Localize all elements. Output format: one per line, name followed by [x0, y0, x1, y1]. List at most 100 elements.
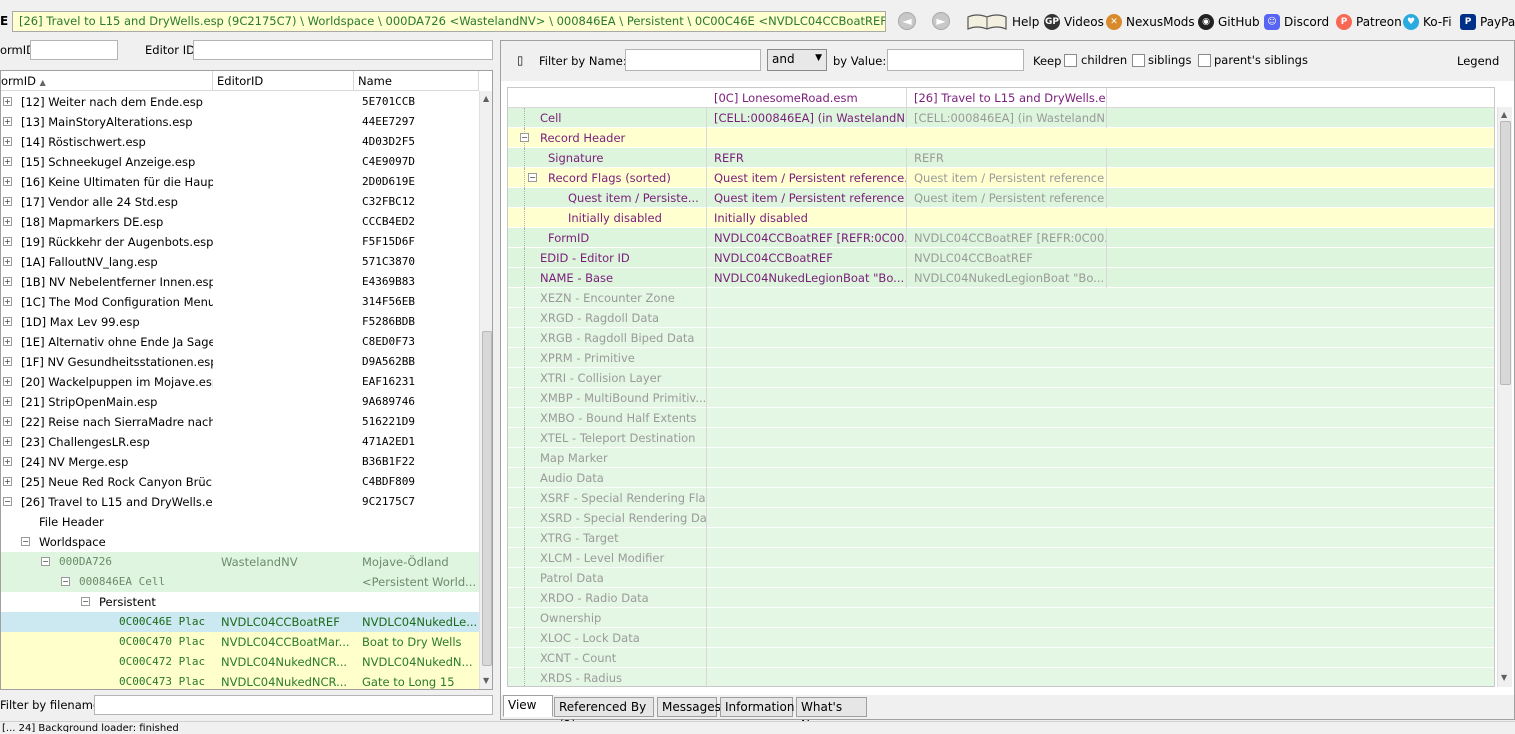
paypal-link[interactable]: P PayPal [1460, 12, 1515, 32]
tree-row[interactable]: + [1F] NV Gesundheitsstationen.esp D9A562B… [1, 352, 479, 372]
grid-cell-travel[interactable]: REFR [908, 148, 1107, 168]
grid-cell-lonesomeroad[interactable]: Quest item / Persistent reference [708, 188, 907, 208]
tree-row[interactable]: + [1B] NV Nebelentferner Innen.esp E4369B8… [1, 272, 479, 292]
tree-scrollbar[interactable]: ▲ ▼ [479, 91, 492, 689]
tree-scroll-thumb[interactable] [482, 331, 492, 666]
grid-row[interactable]: XRGD - Ragdoll Data [508, 308, 1494, 328]
grid-cell-travel[interactable]: Quest item / Persistent reference [908, 188, 1107, 208]
filename-input[interactable] [94, 695, 493, 715]
grid-row[interactable]: XTEL - Teleport Destination [508, 428, 1494, 448]
grid-row[interactable]: Signature REFR REFR [508, 148, 1494, 168]
discord-link[interactable]: ☺ Discord [1264, 12, 1329, 32]
tree-row[interactable]: + [12] Weiter nach dem Ende.esp 5E701CCB [1, 92, 479, 112]
filter-name-input[interactable] [625, 49, 761, 71]
grid-cell-lonesomeroad[interactable]: [CELL:000846EA] (in WastelandN... [708, 108, 907, 128]
tree-row[interactable]: − [26] Travel to L15 and DryWells.esp 9C21… [1, 492, 479, 512]
legend-button[interactable]: Legend [1457, 54, 1499, 68]
grid-scroll-thumb[interactable] [1500, 121, 1511, 385]
grid-cell-lonesomeroad[interactable]: NVDLC04CCBoatREF [708, 248, 907, 268]
tree-row[interactable]: File Header [1, 512, 479, 532]
grid-row[interactable]: Cell [CELL:000846EA] (in WastelandN... [CE… [508, 108, 1494, 128]
tree-row[interactable]: +[1C] The Mod Configuration Menu.esp314F… [1, 292, 479, 312]
collapse-icon[interactable]: − [528, 173, 537, 182]
tree-row[interactable]: 0C00C46E Plac NVDLC04CCBoatREF NVDLC04Nuke… [1, 612, 479, 632]
grid-row[interactable]: NAME - Base NVDLC04NukedLegionBoat "Bo...… [508, 268, 1494, 288]
col-editorid[interactable]: EditorID [213, 71, 354, 91]
tree-row[interactable]: + [15] Schneekugel Anzeige.esp C4E9097D [1, 152, 479, 172]
videos-link[interactable]: GP Videos [1044, 12, 1104, 32]
tree-row[interactable]: + [14] Röstischwert.esp 4D03D2F5 [1, 132, 479, 152]
grid-cell-travel[interactable]: NVDLC04CCBoatREF [REFR:0C00... [908, 228, 1107, 248]
grid-row[interactable]: XMBP - MultiBound Primitiv... [508, 388, 1494, 408]
grid-cell-lonesomeroad[interactable]: Quest item / Persistent reference... [708, 168, 907, 188]
and-or-select[interactable]: and ▼ [767, 49, 827, 71]
scroll-down-icon[interactable]: ▼ [483, 676, 489, 685]
tree-row[interactable]: +[22] Reise nach SierraMadre nach MQ.esp… [1, 412, 479, 432]
grid-row[interactable]: XSRF - Special Rendering Flags [508, 488, 1494, 508]
scroll-up-icon[interactable]: ▲ [483, 94, 489, 103]
tab-view[interactable]: View [503, 695, 553, 717]
tree-row[interactable]: +[25] Neue Red Rock Canyon Brücken.espC4… [1, 472, 479, 492]
grid-row[interactable]: Initially disabled Initially disabled [508, 208, 1494, 228]
grid-row[interactable]: Patrol Data [508, 568, 1494, 588]
record-grid[interactable]: [0C] LonesomeRoad.esm [26] Travel to L15… [507, 87, 1495, 687]
tree-row[interactable]: + [17] Vendor alle 24 Std.esp C32FBC12 [1, 192, 479, 212]
tab-messages[interactable]: Messages [657, 697, 721, 717]
tree-row[interactable]: + [24] NV Merge.esp B36B1F22 [1, 452, 479, 472]
tree-row[interactable]: + [1A] FalloutNV_lang.esp 571C3870 [1, 252, 479, 272]
formid-input[interactable] [30, 40, 118, 60]
record-path-bar[interactable]: [26] Travel to L15 and DryWells.esp (9C2… [12, 11, 886, 32]
grid-row[interactable]: XEZN - Encounter Zone [508, 288, 1494, 308]
patreon-link[interactable]: P Patreon [1336, 12, 1402, 32]
grid-cell-travel[interactable]: Quest item / Persistent reference [908, 168, 1107, 188]
grid-row[interactable]: − Record Flags (sorted) Quest item / Persi… [508, 168, 1494, 188]
tree-row[interactable]: +[1E] Alternativ ohne Ende Ja Sager.espC… [1, 332, 479, 352]
tab-information[interactable]: Information [720, 697, 794, 717]
grid-cell-lonesomeroad[interactable]: REFR [708, 148, 907, 168]
kofi-link[interactable]: ♥ Ko-Fi [1403, 12, 1452, 32]
grid-row[interactable]: XTRI - Collision Layer [508, 368, 1494, 388]
tree-row[interactable]: 0C00C473 Plac NVDLC04NukedNCR... Gate to L… [1, 672, 479, 689]
tree-row[interactable]: + [18] Mapmarkers DE.esp CCCB4ED2 [1, 212, 479, 232]
grid-row[interactable]: Ownership [508, 608, 1494, 628]
tree-row[interactable]: + [23] ChallengesLR.esp 471A2ED1 [1, 432, 479, 452]
back-icon[interactable]: ◄ [898, 12, 916, 30]
tree-row[interactable]: + [19] Rückkehr der Augenbots.esp F5F15D6F [1, 232, 479, 252]
grid-row[interactable]: XRGB - Ragdoll Biped Data [508, 328, 1494, 348]
grid-row[interactable]: XTRG - Target [508, 528, 1494, 548]
grid-row[interactable]: XRDS - Radius [508, 668, 1494, 686]
grid-row[interactable]: XMBO - Bound Half Extents [508, 408, 1494, 428]
grid-header-col1[interactable]: [0C] LonesomeRoad.esm [708, 88, 907, 108]
tree-row[interactable]: + [20] Wackelpuppen im Mojave.esp EAF16231 [1, 372, 479, 392]
grid-cell-lonesomeroad[interactable]: Initially disabled [708, 208, 907, 228]
grid-row[interactable]: XPRM - Primitive [508, 348, 1494, 368]
grid-cell-travel[interactable]: NVDLC04CCBoatREF [908, 248, 1107, 268]
record-tree[interactable]: ormID ▲ EditorID Name + [12] Weiter nach … [0, 70, 493, 690]
collapse-icon[interactable]: − [520, 133, 529, 142]
grid-cell-travel[interactable]: NVDLC04NukedLegionBoat "Bo... [908, 268, 1107, 288]
tab-referenced-by[interactable]: Referenced By (2) [554, 697, 654, 732]
parents-siblings-checkbox[interactable] [1198, 54, 1211, 67]
tree-row[interactable]: + [13] MainStoryAlterations.esp 44EE7297 [1, 112, 479, 132]
grid-scrollbar[interactable]: ▲ ▼ [1497, 107, 1512, 687]
tree-row[interactable]: + [1D] Max Lev 99.esp F5286BDB [1, 312, 479, 332]
pin-icon[interactable]: ▯ [517, 53, 523, 67]
grid-row[interactable]: Audio Data [508, 468, 1494, 488]
help-link[interactable]: Help [966, 12, 1039, 32]
filter-value-input[interactable] [887, 49, 1024, 71]
github-link[interactable]: ◉ GitHub [1198, 12, 1260, 32]
tree-row[interactable]: − Persistent [1, 592, 479, 612]
grid-scroll-up-icon[interactable]: ▲ [1501, 110, 1507, 119]
grid-row[interactable]: Quest item / Persiste... Quest item / Per… [508, 188, 1494, 208]
grid-row[interactable]: XRDO - Radio Data [508, 588, 1494, 608]
grid-row[interactable]: XCNT - Count [508, 648, 1494, 668]
grid-row[interactable]: − Record Header [508, 128, 1494, 148]
grid-row[interactable]: XSRD - Special Rendering Data [508, 508, 1494, 528]
grid-cell-lonesomeroad[interactable]: NVDLC04CCBoatREF [REFR:0C00... [708, 228, 907, 248]
grid-cell-lonesomeroad[interactable]: NVDLC04NukedLegionBoat "Bo... [708, 268, 907, 288]
grid-row[interactable]: Map Marker [508, 448, 1494, 468]
grid-row[interactable]: XLCM - Level Modifier [508, 548, 1494, 568]
grid-cell-travel[interactable]: [CELL:000846EA] (in WastelandN... [908, 108, 1107, 128]
tab-whats-new[interactable]: What's New [796, 697, 867, 732]
col-name[interactable]: Name [354, 71, 479, 91]
